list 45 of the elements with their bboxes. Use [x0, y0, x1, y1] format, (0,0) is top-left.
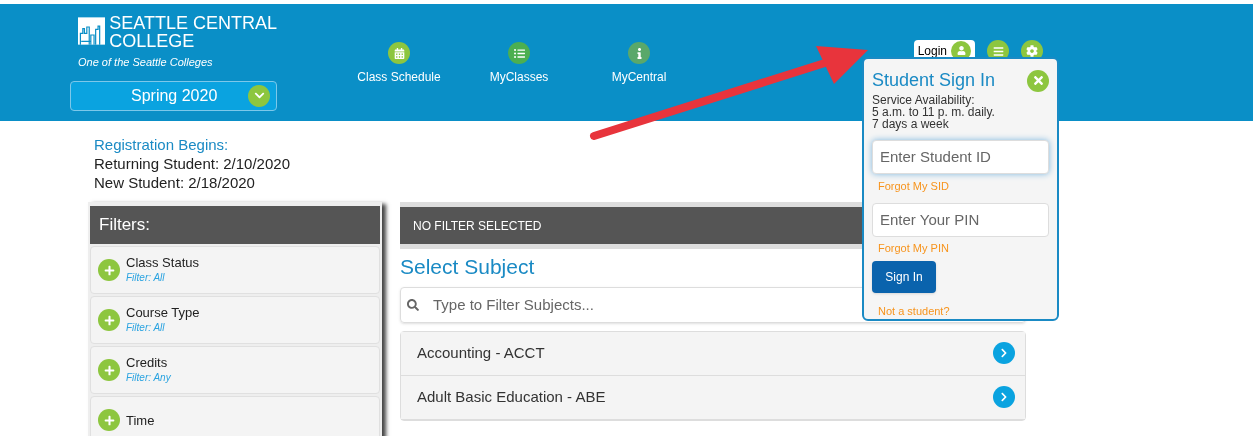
- plus-icon: [98, 309, 120, 331]
- filter-value: Filter: All: [126, 321, 166, 335]
- plus-icon: [98, 409, 120, 431]
- skyline-logo-icon: [78, 14, 106, 48]
- filter-label: Class Status: [126, 255, 199, 270]
- filter-label: Credits: [126, 355, 169, 370]
- logo-text: SEATTLE CENTRAL: [109, 14, 277, 32]
- registration-date: Returning Student: 2/10/2020: [94, 154, 290, 173]
- filter-item[interactable]: Course Type Filter: All: [90, 296, 380, 344]
- search-icon: [407, 298, 419, 311]
- nav-link[interactable]: Class Schedule: [357, 42, 441, 86]
- student-id-field[interactable]: Enter Student ID: [872, 140, 1049, 174]
- registration-title: Registration Begins:: [94, 135, 229, 154]
- filter-item[interactable]: Credits Filter: Any: [90, 346, 380, 394]
- availability-text: 5 a.m. to 11 p. m. daily.: [872, 106, 996, 118]
- availability-text: Service Availability:: [872, 94, 975, 106]
- filters-header: Filters:: [90, 206, 380, 244]
- chevron-right-icon: [993, 386, 1015, 408]
- filter-item[interactable]: Class Status Filter: All: [90, 246, 380, 294]
- calendar-icon: [388, 42, 410, 64]
- chevron-down-icon: [248, 84, 270, 107]
- availability-text: 7 days a week: [872, 118, 950, 130]
- subject-item[interactable]: Accounting - ACCT: [401, 331, 1025, 376]
- plus-icon: [98, 259, 120, 281]
- nav-link[interactable]: MyCentral: [597, 42, 681, 86]
- filter-label: Course Type: [126, 305, 200, 320]
- sign-in-button[interactable]: Sign In: [872, 261, 936, 293]
- chevron-right-icon: [993, 342, 1015, 364]
- filter-value: Filter: Any: [126, 371, 171, 385]
- plus-icon: [98, 359, 120, 381]
- close-button[interactable]: [1027, 69, 1049, 92]
- subject-item[interactable]: Adult Basic Education - ABE: [401, 375, 1025, 420]
- pin-field[interactable]: Enter Your PIN: [872, 203, 1049, 237]
- filter-value: Filter: All: [126, 271, 166, 285]
- info-icon: [628, 42, 650, 64]
- close-icon: [1031, 74, 1045, 87]
- filter-item[interactable]: Time: [90, 396, 380, 436]
- tagline: One of the Seattle Colleges: [78, 55, 214, 70]
- nav-link[interactable]: MyClasses: [477, 42, 561, 86]
- logo-text: COLLEGE: [109, 32, 195, 50]
- registration-date: New Student: 2/18/2020: [94, 173, 255, 192]
- section-title: Select Subject: [400, 254, 535, 280]
- filter-label: Time: [126, 412, 155, 428]
- popup-title: Student Sign In: [872, 69, 996, 92]
- list-icon: [508, 42, 530, 64]
